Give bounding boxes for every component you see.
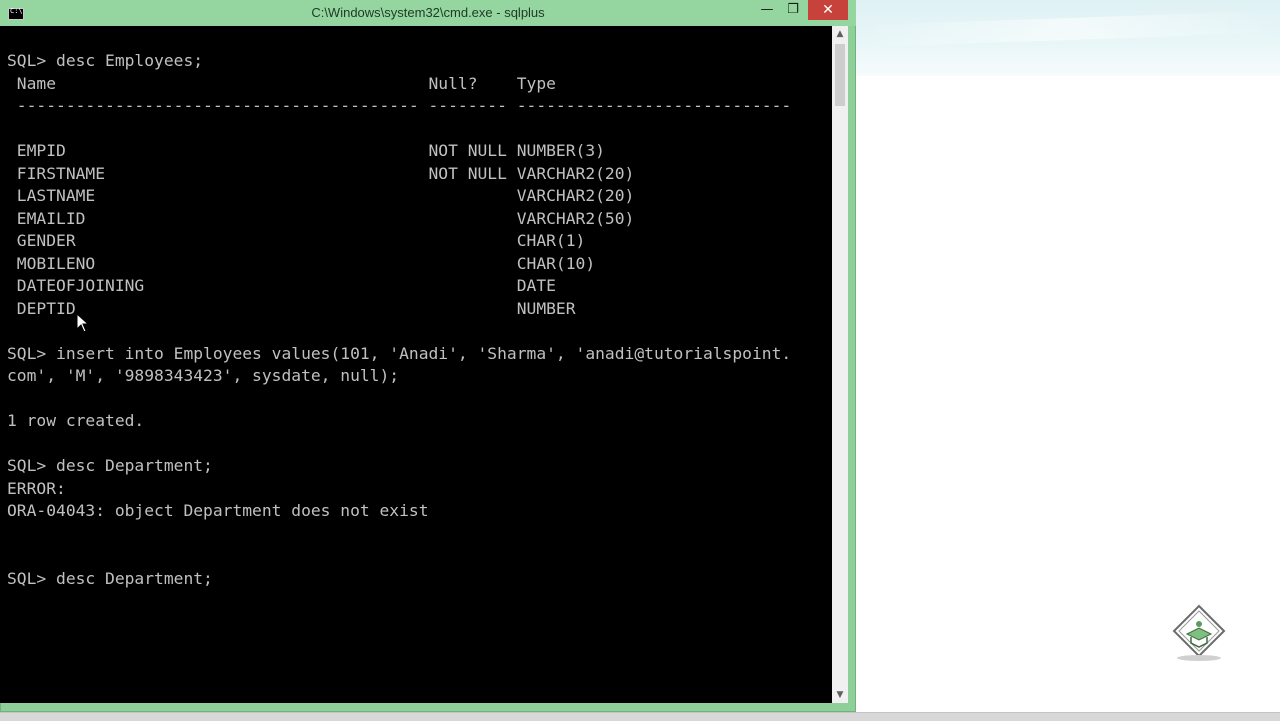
minimize-button[interactable]: — <box>754 0 780 20</box>
console-line: ERROR: <box>7 478 66 498</box>
console-line: ----------------------------------------… <box>7 96 792 115</box>
console-line: EMAILID VARCHAR2(50) <box>7 208 635 228</box>
console-line: FIRSTNAME NOT NULL VARCHAR2(20) <box>7 163 635 183</box>
scroll-up-arrow-icon[interactable]: ▲ <box>832 26 848 42</box>
console-line: EMPID NOT NULL NUMBER(3) <box>7 141 605 160</box>
tutorialspoint-logo-icon <box>1172 604 1226 661</box>
console-line: Name Null? Type <box>7 73 556 93</box>
window-title: C:\Windows\system32\cmd.exe - sqlplus <box>311 5 545 20</box>
close-button[interactable]: ✕ <box>808 0 848 20</box>
console-line: GENDER CHAR(1) <box>7 231 586 250</box>
console-line: MOBILENO CHAR(10) <box>7 253 596 273</box>
console-line: SQL> desc Department; <box>7 456 213 475</box>
title-bar[interactable]: C:\Windows\system32\cmd.exe - sqlplus — … <box>0 0 856 26</box>
console-line: SQL> desc Department; <box>7 568 213 588</box>
scrollbar-thumb[interactable] <box>835 44 845 106</box>
scroll-down-arrow-icon[interactable]: ▼ <box>832 687 848 703</box>
console-line: SQL> desc Employees; <box>7 51 204 70</box>
console-line: DEPTID NUMBER <box>7 298 576 318</box>
console-lines: SQL> desc Employees; Name Null? Type ---… <box>7 50 791 590</box>
vertical-scrollbar[interactable]: ▲ ▼ <box>832 26 848 703</box>
console-output[interactable]: SQL> desc Employees; Name Null? Type ---… <box>0 26 832 703</box>
console-line: SQL> insert into Employees values(101, '… <box>7 343 792 363</box>
cmd-window: C:\Windows\system32\cmd.exe - sqlplus — … <box>0 0 856 712</box>
console-line: 1 row created. <box>7 411 145 430</box>
console-line: ORA-04043: object Department does not ex… <box>7 501 429 520</box>
restore-button[interactable]: ❐ <box>780 0 806 20</box>
console-line: DATEOFJOINING DATE <box>7 276 556 295</box>
slide-header-band <box>856 0 1280 76</box>
console-line: com', 'M', '9898343423', sysdate, null); <box>7 366 400 385</box>
console-line: LASTNAME VARCHAR2(20) <box>7 186 635 205</box>
mouse-pointer-icon <box>76 313 90 333</box>
